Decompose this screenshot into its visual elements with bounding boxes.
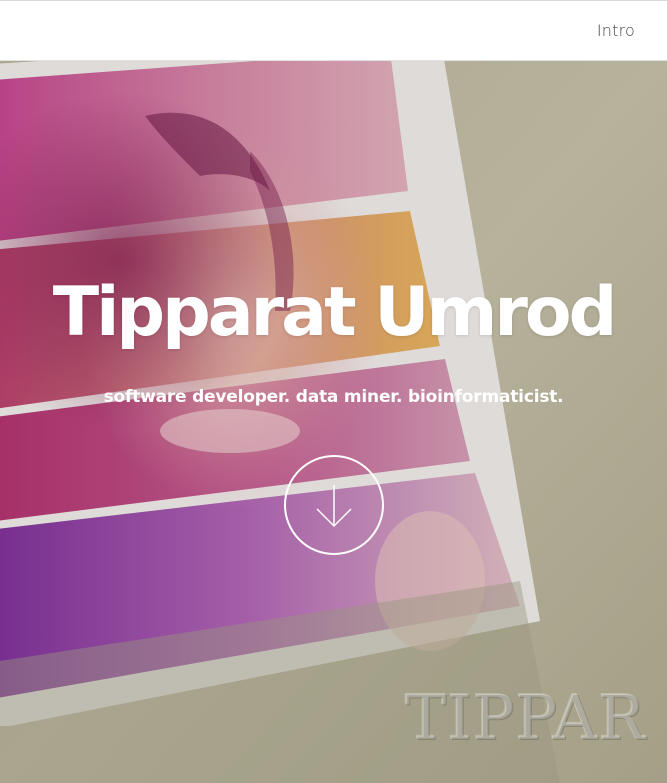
nav-link-intro[interactable]: Intro: [597, 21, 635, 40]
scroll-down-button[interactable]: [284, 455, 384, 555]
hero-title: Tipparat Umrod: [52, 273, 618, 352]
watermark-logo: TIPPAR: [405, 681, 647, 754]
hero-subtitle: software developer. data miner. bioinfor…: [103, 387, 564, 407]
arrow-down-icon: [316, 485, 352, 528]
top-navbar: Intro: [0, 0, 667, 61]
hero-section: TIPPAR Tipparat Umrod software developer…: [0, 61, 667, 783]
hero-overlay: [0, 61, 667, 783]
